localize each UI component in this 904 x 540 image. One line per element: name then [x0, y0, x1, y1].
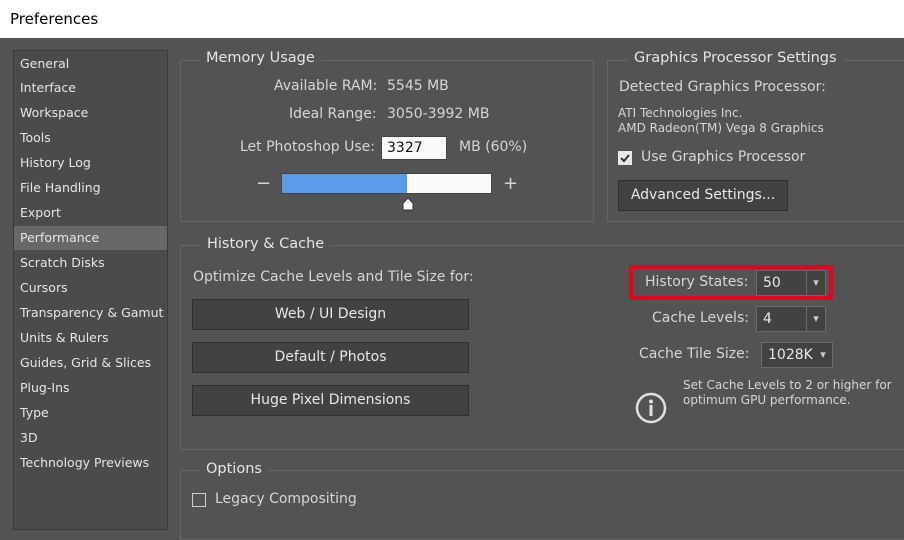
options-title: Options	[200, 461, 268, 477]
huge-pixel-dimensions-button[interactable]: Huge Pixel Dimensions	[192, 385, 469, 416]
let-photoshop-use-label: Let Photoshop Use:	[240, 139, 375, 155]
decrease-memory-button[interactable]: −	[256, 173, 271, 194]
chevron-down-icon: ▾	[806, 307, 825, 331]
cache-levels-select[interactable]: 4 ▾	[756, 306, 826, 332]
chevron-down-icon: ▾	[820, 348, 826, 361]
sidebar-item-tools[interactable]: Tools	[14, 126, 167, 150]
gpu-info-line-1: Set Cache Levels to 2 or higher for	[683, 378, 892, 392]
sidebar-item-guides-grid-slices[interactable]: Guides, Grid & Slices	[14, 351, 167, 375]
advanced-settings-button[interactable]: Advanced Settings...	[618, 180, 788, 211]
sidebar-item-3d[interactable]: 3D	[14, 426, 167, 450]
history-cache-title: History & Cache	[201, 236, 331, 252]
sidebar-item-transparency-gamut[interactable]: Transparency & Gamut	[14, 301, 167, 325]
sidebar-item-cursors[interactable]: Cursors	[14, 276, 167, 300]
sidebar-item-file-handling[interactable]: File Handling	[14, 176, 167, 200]
title-bar: Preferences	[0, 0, 904, 38]
increase-memory-button[interactable]: +	[503, 173, 518, 194]
info-icon	[635, 392, 667, 424]
sidebar-item-interface[interactable]: Interface	[14, 76, 167, 100]
sidebar-item-plug-ins[interactable]: Plug-Ins	[14, 376, 167, 400]
sidebar-item-units-rulers[interactable]: Units & Rulers	[14, 326, 167, 350]
available-ram-value: 5545 MB	[387, 78, 449, 94]
sidebar-item-export[interactable]: Export	[14, 201, 167, 225]
sidebar-item-performance[interactable]: Performance	[14, 226, 167, 250]
optimize-label: Optimize Cache Levels and Tile Size for:	[193, 269, 474, 285]
graphics-processor-title: Graphics Processor Settings	[628, 50, 843, 66]
memory-slider-fill	[282, 174, 408, 193]
memory-unit-label: MB (60%)	[459, 139, 528, 155]
cache-tile-size-select[interactable]: 1028K ▾	[761, 342, 833, 368]
web-ui-design-button[interactable]: Web / UI Design	[192, 299, 469, 330]
sidebar-item-type[interactable]: Type	[14, 401, 167, 425]
memory-slider-thumb[interactable]	[402, 197, 414, 211]
ideal-range-value: 3050-3992 MB	[387, 106, 490, 122]
cache-levels-label: Cache Levels:	[652, 310, 749, 326]
default-photos-button[interactable]: Default / Photos	[192, 342, 469, 373]
cache-tile-size-value: 1028K	[768, 347, 813, 363]
cache-levels-value: 4	[763, 311, 772, 327]
window-title: Preferences	[10, 10, 99, 28]
gpu-info-line-2: optimum GPU performance.	[683, 393, 851, 407]
memory-slider-track[interactable]	[281, 173, 492, 194]
sidebar-item-technology-previews[interactable]: Technology Previews	[14, 451, 167, 475]
available-ram-label: Available RAM:	[274, 78, 378, 94]
gpu-vendor: ATI Technologies Inc.	[618, 106, 743, 120]
detected-gpu-label: Detected Graphics Processor:	[619, 79, 826, 95]
sidebar-item-general[interactable]: General	[14, 52, 167, 76]
memory-amount-input[interactable]: 3327	[381, 136, 447, 160]
use-gpu-checkbox[interactable]	[618, 151, 632, 165]
cache-tile-size-label: Cache Tile Size:	[639, 346, 750, 362]
sidebar-item-workspace[interactable]: Workspace	[14, 101, 167, 125]
gpu-model: AMD Radeon(TM) Vega 8 Graphics	[618, 121, 824, 135]
history-states-highlight	[629, 265, 833, 300]
preferences-sidebar: General Interface Workspace Tools Histor…	[13, 50, 168, 530]
sidebar-item-scratch-disks[interactable]: Scratch Disks	[14, 251, 167, 275]
sidebar-item-history-log[interactable]: History Log	[14, 151, 167, 175]
legacy-compositing-checkbox[interactable]	[192, 493, 206, 507]
use-gpu-label[interactable]: Use Graphics Processor	[641, 149, 805, 165]
ideal-range-label: Ideal Range:	[289, 106, 377, 122]
legacy-compositing-label[interactable]: Legacy Compositing	[215, 491, 357, 507]
memory-usage-title: Memory Usage	[200, 50, 321, 66]
checkmark-icon	[620, 154, 630, 163]
